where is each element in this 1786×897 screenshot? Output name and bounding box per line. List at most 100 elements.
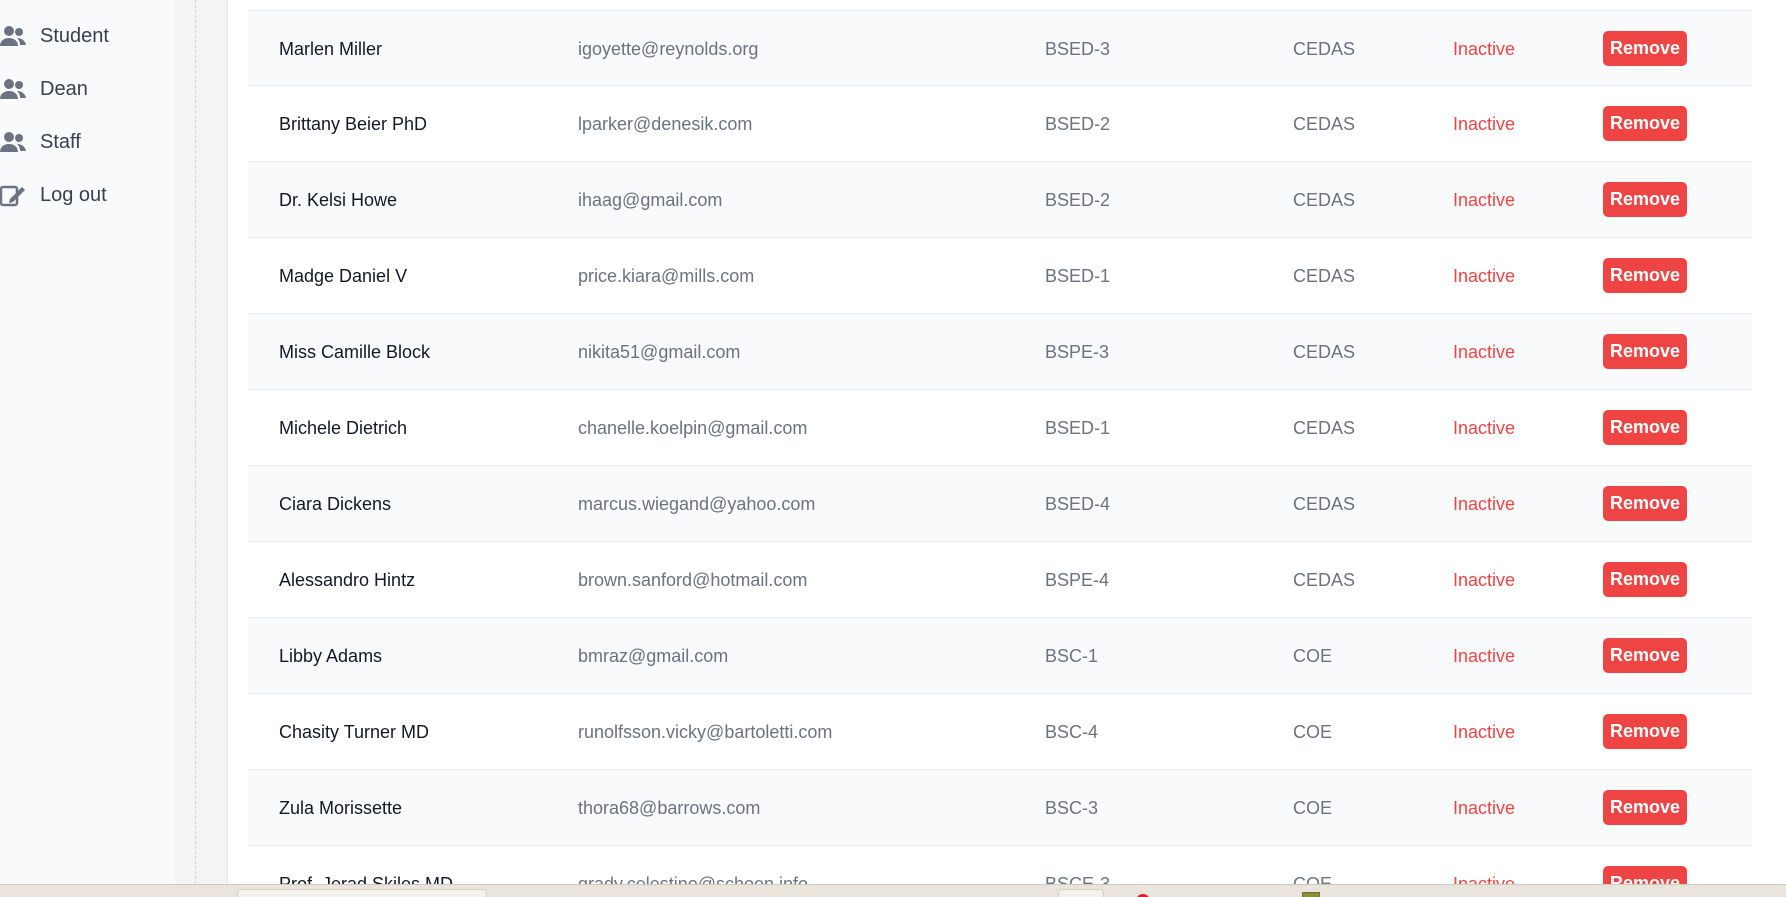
user-email: marcus.wiegand@yahoo.com <box>578 494 816 514</box>
user-name: Miss Camille Block <box>279 342 431 362</box>
table-row: Zula Morissette thora68@barrows.com BSC-3 C… <box>248 770 1752 846</box>
user-course: BSED-1 <box>1045 418 1111 438</box>
sidebar-gutter <box>175 0 227 884</box>
remove-button[interactable]: Remove <box>1603 410 1687 445</box>
status-badge: Inactive <box>1453 190 1516 210</box>
user-college: CEDAS <box>1293 39 1356 59</box>
remove-button[interactable]: Remove <box>1603 486 1687 521</box>
sidebar-item-dean[interactable]: Dean <box>0 69 170 109</box>
user-college: CEDAS <box>1293 190 1356 210</box>
remove-button[interactable]: Remove <box>1603 638 1687 673</box>
user-name: Ciara Dickens <box>279 494 392 514</box>
user-name: Madge Daniel V <box>279 266 408 286</box>
user-course: BSED-2 <box>1045 114 1111 134</box>
user-name: Dr. Kelsi Howe <box>279 190 398 210</box>
remove-button[interactable]: Remove <box>1603 334 1687 369</box>
taskbar-tab[interactable] <box>237 889 487 897</box>
user-name: Zula Morissette <box>279 798 403 818</box>
table-row: Miss Camille Block nikita51@gmail.com BSPE… <box>248 314 1752 390</box>
status-badge: Inactive <box>1453 722 1516 742</box>
taskbar <box>0 884 1786 897</box>
table-row: Ciara Dickens marcus.wiegand@yahoo.com BSE… <box>248 466 1752 542</box>
user-email: nikita51@gmail.com <box>578 342 741 362</box>
sidebar-item-logout[interactable]: Log out <box>0 175 170 215</box>
status-badge: Inactive <box>1453 874 1516 884</box>
user-email: price.kiara@mills.com <box>578 266 755 286</box>
user-college: COE <box>1293 798 1333 818</box>
user-course: BSCE-3 <box>1045 874 1111 884</box>
status-badge: Inactive <box>1453 646 1516 666</box>
user-name: Brittany Beier PhD <box>279 114 428 134</box>
status-badge: Inactive <box>1453 342 1516 362</box>
user-email: thora68@barrows.com <box>578 798 761 818</box>
remove-button[interactable]: Remove <box>1603 258 1687 293</box>
users-icon <box>0 23 26 49</box>
sidebar-item-label: Student <box>40 24 109 47</box>
user-email: grady.celestino@schoen.info <box>578 874 809 884</box>
user-name: Alessandro Hintz <box>279 570 416 590</box>
user-email: ihaag@gmail.com <box>578 190 723 210</box>
remove-button[interactable]: Remove <box>1603 31 1687 66</box>
divider <box>195 0 196 884</box>
sidebar-item-label: Dean <box>40 77 88 100</box>
status-badge: Inactive <box>1453 418 1516 438</box>
user-course: BSED-1 <box>1045 266 1111 286</box>
table-row: Alessandro Hintz brown.sanford@hotmail.co… <box>248 542 1752 618</box>
user-name: Marlen Miller <box>279 39 383 59</box>
user-college: CEDAS <box>1293 114 1356 134</box>
status-badge: Inactive <box>1453 114 1516 134</box>
status-badge: Inactive <box>1453 39 1516 59</box>
table-row: Chasity Turner MD runolfsson.vicky@bartol… <box>248 694 1752 770</box>
user-college: CEDAS <box>1293 418 1356 438</box>
status-badge: Inactive <box>1453 570 1516 590</box>
user-course: BSPE-3 <box>1045 342 1110 362</box>
remove-button[interactable]: Remove <box>1603 562 1687 597</box>
user-email: bmraz@gmail.com <box>578 646 729 666</box>
user-college: CEDAS <box>1293 266 1356 286</box>
user-course: BSC-4 <box>1045 722 1099 742</box>
user-email: runolfsson.vicky@bartoletti.com <box>578 722 833 742</box>
user-email: brown.sanford@hotmail.com <box>578 570 808 590</box>
user-course: BSED-4 <box>1045 494 1111 514</box>
user-college: COE <box>1293 646 1333 666</box>
users-table: Marlen Miller igoyette@reynolds.org BSED-3… <box>248 10 1752 884</box>
user-college: CEDAS <box>1293 570 1356 590</box>
user-email: igoyette@reynolds.org <box>578 39 759 59</box>
user-name: Libby Adams <box>279 646 383 666</box>
table-row: Madge Daniel V price.kiara@mills.com BSED-… <box>248 238 1752 314</box>
user-college: COE <box>1293 874 1333 884</box>
user-email: chanelle.koelpin@gmail.com <box>578 418 808 438</box>
user-college: CEDAS <box>1293 342 1356 362</box>
remove-button[interactable]: Remove <box>1603 714 1687 749</box>
remove-button[interactable]: Remove <box>1603 182 1687 217</box>
table-row: Dr. Kelsi Howe ihaag@gmail.com BSED-2 CEDAS… <box>248 162 1752 238</box>
user-course: BSC-3 <box>1045 798 1099 818</box>
user-name: Michele Dietrich <box>279 418 408 438</box>
app-window: Student Dean Staff Log out Marlen Miller… <box>0 0 1786 897</box>
user-course: BSPE-4 <box>1045 570 1110 590</box>
remove-button[interactable]: Remove <box>1603 790 1687 825</box>
status-badge: Inactive <box>1453 798 1516 818</box>
table-row: Prof. Jerad Skiles MD grady.celestino@sch… <box>248 846 1752 884</box>
sidebar-item-student[interactable]: Student <box>0 16 170 56</box>
table-row: Michele Dietrich chanelle.koelpin@gmail.c… <box>248 390 1752 466</box>
logout-icon <box>0 182 26 208</box>
main-panel[interactable]: Marlen Miller igoyette@reynolds.org BSED-3… <box>227 0 1786 884</box>
sidebar-item-staff[interactable]: Staff <box>0 122 170 162</box>
status-badge: Inactive <box>1453 494 1516 514</box>
sidebar-item-label: Staff <box>40 130 81 153</box>
app-icon[interactable] <box>1302 892 1320 897</box>
sidebar: Student Dean Staff Log out <box>0 0 175 884</box>
users-icon <box>0 129 26 155</box>
user-name: Chasity Turner MD <box>279 722 430 742</box>
taskbar-tab[interactable] <box>1058 889 1104 897</box>
user-course: BSC-1 <box>1045 646 1099 666</box>
remove-button[interactable]: Remove <box>1603 866 1687 884</box>
remove-button[interactable]: Remove <box>1603 106 1687 141</box>
user-course: BSED-2 <box>1045 190 1111 210</box>
status-badge: Inactive <box>1453 266 1516 286</box>
user-course: BSED-3 <box>1045 39 1111 59</box>
table-row: Brittany Beier PhD lparker@denesik.com BSE… <box>248 86 1752 162</box>
users-icon <box>0 76 26 102</box>
table-row: Marlen Miller igoyette@reynolds.org BSED-3… <box>248 10 1752 86</box>
